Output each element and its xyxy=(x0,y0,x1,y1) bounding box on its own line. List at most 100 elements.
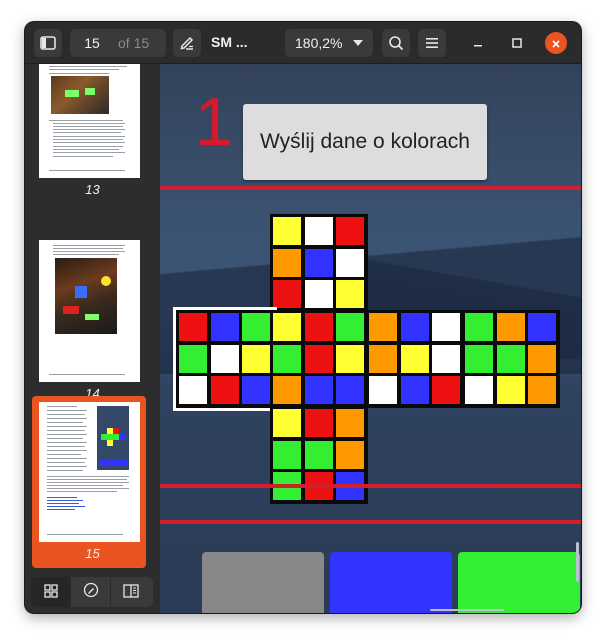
page-thumbnail-15[interactable] xyxy=(39,402,140,542)
cube-face-back[interactable] xyxy=(462,310,560,408)
cube-sticker[interactable] xyxy=(304,440,333,469)
cube-sticker[interactable] xyxy=(336,217,364,245)
cube-sticker[interactable] xyxy=(273,440,301,469)
cube-sticker[interactable] xyxy=(210,344,239,373)
cube-sticker[interactable] xyxy=(496,376,525,404)
cube-sticker[interactable] xyxy=(369,344,397,373)
cube-sticker[interactable] xyxy=(400,344,429,373)
cube-sticker[interactable] xyxy=(369,376,397,404)
cube-sticker[interactable] xyxy=(242,313,270,341)
sidebar-toggle-button[interactable] xyxy=(34,29,62,57)
document-viewer-window: 15 of 15 SM ... 180,2% 13 14 15 1 Wyślij… xyxy=(25,22,581,613)
step-number: 1 xyxy=(195,84,233,160)
cube-sticker[interactable] xyxy=(496,313,525,341)
cube-sticker[interactable] xyxy=(179,344,207,373)
cube-sticker[interactable] xyxy=(179,313,207,341)
cube-face-left[interactable] xyxy=(173,307,277,411)
cube-sticker[interactable] xyxy=(210,376,239,404)
pencil-circle-icon xyxy=(83,582,99,602)
thumbnails-sidebar: 13 14 15 xyxy=(25,64,160,613)
main-menu-button[interactable] xyxy=(418,29,446,57)
divider-line xyxy=(160,520,581,524)
zoom-dropdown[interactable]: 180,2% xyxy=(285,29,373,57)
thumbnail-app-screenshot xyxy=(97,406,129,470)
page-total: of 15 xyxy=(118,35,150,51)
blue-tile[interactable] xyxy=(330,552,452,613)
thumbnails-view-button[interactable] xyxy=(31,577,71,607)
cube-sticker[interactable] xyxy=(210,313,239,341)
cube-face-front[interactable] xyxy=(270,310,368,408)
cube-sticker[interactable] xyxy=(400,313,429,341)
cube-sticker[interactable] xyxy=(273,280,301,308)
cube-face-bottom[interactable] xyxy=(270,406,368,504)
green-tile[interactable] xyxy=(458,552,580,613)
close-icon xyxy=(551,34,561,53)
annotations-view-button[interactable] xyxy=(71,577,111,607)
cube-sticker[interactable] xyxy=(273,376,301,404)
cube-sticker[interactable] xyxy=(528,344,556,373)
cube-sticker[interactable] xyxy=(336,440,364,469)
pencil-icon xyxy=(179,35,195,51)
maximize-icon xyxy=(511,34,523,53)
cube-sticker[interactable] xyxy=(273,409,301,437)
annotate-button[interactable] xyxy=(173,29,201,57)
chevron-down-icon xyxy=(353,40,363,46)
cube-sticker[interactable] xyxy=(336,409,364,437)
cube-sticker[interactable] xyxy=(336,280,364,308)
cube-sticker[interactable] xyxy=(273,313,301,341)
document-title: SM ... xyxy=(211,34,248,50)
cube-sticker[interactable] xyxy=(336,313,364,341)
horizontal-scrollbar[interactable] xyxy=(430,609,504,611)
cube-sticker[interactable] xyxy=(304,280,333,308)
cube-sticker[interactable] xyxy=(304,248,333,277)
grid-icon xyxy=(43,583,58,602)
cube-sticker[interactable] xyxy=(496,344,525,373)
maximize-button[interactable] xyxy=(506,32,528,54)
document-page-view[interactable]: 1 Wyślij dane o kolorach xyxy=(160,64,581,613)
cube-sticker[interactable] xyxy=(528,313,556,341)
cube-sticker[interactable] xyxy=(528,376,556,404)
cube-sticker[interactable] xyxy=(432,313,460,341)
thumbnail-photo xyxy=(51,76,109,114)
page-thumbnail-13[interactable] xyxy=(39,64,140,178)
cube-sticker[interactable] xyxy=(304,313,333,341)
cube-sticker[interactable] xyxy=(369,313,397,341)
cube-face-top[interactable] xyxy=(270,214,368,312)
cube-sticker[interactable] xyxy=(273,217,301,245)
cube-sticker[interactable] xyxy=(336,376,364,404)
page-thumbnail-label: 13 xyxy=(85,182,100,197)
cube-sticker[interactable] xyxy=(304,344,333,373)
sidebar-view-switcher xyxy=(31,577,153,607)
cube-sticker[interactable] xyxy=(179,376,207,404)
cube-sticker[interactable] xyxy=(465,313,493,341)
search-button[interactable] xyxy=(382,29,410,57)
search-icon xyxy=(388,35,404,51)
cube-sticker[interactable] xyxy=(273,248,301,277)
cube-sticker[interactable] xyxy=(304,409,333,437)
cube-sticker[interactable] xyxy=(336,248,364,277)
vertical-scrollbar[interactable] xyxy=(576,542,579,582)
close-button[interactable] xyxy=(545,32,567,54)
cube-sticker[interactable] xyxy=(432,344,460,373)
cube-sticker[interactable] xyxy=(273,344,301,373)
thumbnail-photo xyxy=(55,258,117,334)
cube-sticker[interactable] xyxy=(242,344,270,373)
page-current[interactable]: 15 xyxy=(70,35,114,51)
minimize-icon xyxy=(472,34,484,53)
page-thumbnail-14[interactable] xyxy=(39,240,140,382)
cube-sticker[interactable] xyxy=(242,376,270,404)
cube-sticker[interactable] xyxy=(304,217,333,245)
zoom-value: 180,2% xyxy=(295,35,343,51)
cube-sticker[interactable] xyxy=(400,376,429,404)
minimize-button[interactable] xyxy=(467,32,489,54)
page-number-entry[interactable]: 15 of 15 xyxy=(70,29,166,57)
cube-sticker[interactable] xyxy=(432,376,460,404)
cube-sticker[interactable] xyxy=(336,344,364,373)
cube-sticker[interactable] xyxy=(465,376,493,404)
send-colors-button[interactable]: Wyślij dane o kolorach xyxy=(243,104,487,180)
cube-sticker[interactable] xyxy=(304,376,333,404)
cube-sticker[interactable] xyxy=(465,344,493,373)
cube-face-right[interactable] xyxy=(366,310,464,408)
gray-tile[interactable] xyxy=(202,552,324,613)
bookmarks-view-button[interactable] xyxy=(111,577,151,607)
